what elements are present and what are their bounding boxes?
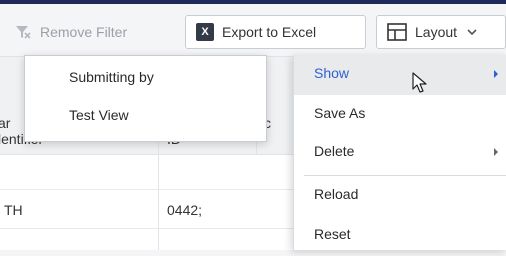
- submenu-item-submitting-by[interactable]: Submitting by: [69, 69, 154, 85]
- menu-item-save-as[interactable]: Save As: [294, 95, 506, 135]
- menu-item-label: Show: [314, 65, 350, 81]
- submenu-item-test-view[interactable]: Test View: [69, 107, 129, 123]
- export-excel-label: Export to Excel: [222, 24, 317, 40]
- menu-item-reload[interactable]: Reload: [294, 176, 506, 216]
- filter-remove-icon: [16, 26, 31, 39]
- menu-item-label: Reset: [314, 226, 351, 242]
- remove-filter-label: Remove Filter: [40, 24, 128, 40]
- toolbar: Remove Filter X Export to Excel Layout: [0, 4, 506, 57]
- menu-item-delete[interactable]: Delete: [294, 133, 506, 173]
- cell-identifier: TH: [4, 202, 23, 218]
- layout-button[interactable]: Layout: [376, 15, 506, 49]
- show-submenu: Submitting by Test View: [24, 55, 267, 142]
- column-divider: [158, 229, 159, 250]
- layout-grid-icon: [387, 23, 407, 41]
- mouse-pointer-icon: [412, 72, 427, 93]
- menu-item-show[interactable]: Show: [294, 55, 506, 95]
- menu-item-label: Save As: [314, 105, 366, 121]
- excel-icon: X: [196, 23, 214, 41]
- submenu-arrow-icon: [494, 148, 498, 156]
- column-divider: [158, 190, 159, 228]
- menu-item-reset[interactable]: Reset: [294, 216, 506, 256]
- layout-label: Layout: [415, 24, 458, 40]
- chevron-down-icon: [467, 29, 477, 36]
- remove-filter-button[interactable]: Remove Filter: [0, 15, 170, 49]
- column-divider: [158, 155, 159, 189]
- layout-menu: Show Save As Delete Reload Reset: [293, 55, 506, 250]
- cell-id: 0442;: [167, 202, 203, 218]
- submenu-arrow-icon: [494, 70, 498, 78]
- menu-item-label: Delete: [314, 143, 355, 159]
- menu-item-label: Reload: [314, 186, 359, 202]
- export-excel-button[interactable]: X Export to Excel: [185, 15, 366, 49]
